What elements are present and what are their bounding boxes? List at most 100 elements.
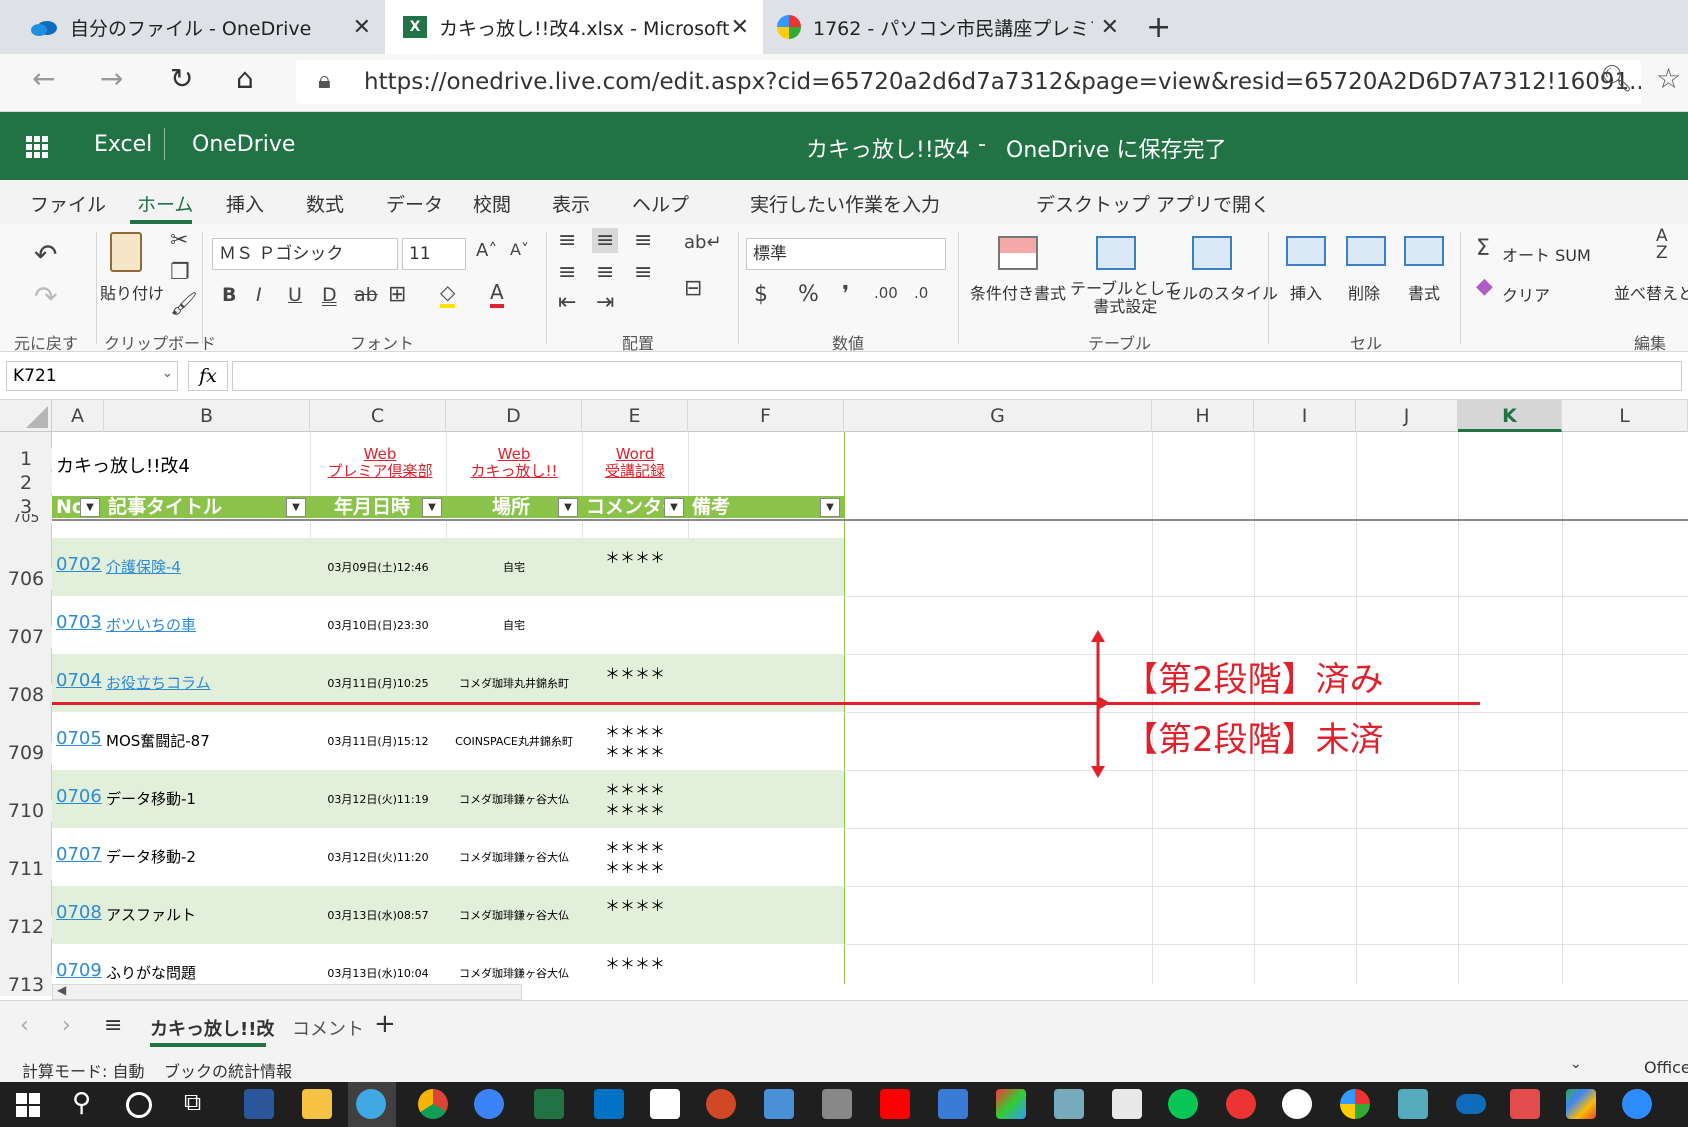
formula-input[interactable]	[232, 361, 1682, 391]
horizontal-scrollbar[interactable]: ◀	[52, 983, 522, 1000]
browser-tab-onedrive[interactable]: 自分のファイル - OneDrive ✕	[0, 0, 385, 54]
search-icon[interactable]: ⚲	[72, 1088, 91, 1118]
home-icon[interactable]: ⌂	[236, 62, 254, 95]
clear-button[interactable]: クリア	[1502, 282, 1550, 306]
double-underline-icon[interactable]: D	[322, 284, 337, 306]
shrink-font-icon[interactable]: A˅	[510, 240, 529, 259]
refresh-icon[interactable]: ↻	[170, 62, 193, 95]
tab-review[interactable]: 校閲	[473, 190, 511, 217]
people-icon[interactable]	[474, 1089, 504, 1119]
browser-tab-excel[interactable]: X カキっ放し!!改4.xlsx - Microsoft Exc ✕	[385, 0, 763, 54]
italic-icon[interactable]: I	[256, 284, 262, 306]
col-g-header[interactable]: G	[844, 400, 1152, 432]
file-explorer-icon[interactable]	[302, 1089, 332, 1119]
add-sheet-button[interactable]: +	[374, 1009, 396, 1039]
tell-me-search[interactable]: 実行したい作業を入力	[750, 190, 940, 217]
app-launcher-icon[interactable]	[26, 136, 48, 158]
url-field[interactable]: https://onedrive.live.com/edit.aspx?cid=…	[296, 60, 1641, 104]
col-i-header[interactable]: I	[1254, 400, 1356, 432]
filter-dropdown-icon[interactable]: ▼	[80, 498, 100, 517]
chevron-down-icon[interactable]: ⌄	[162, 366, 173, 381]
increase-decimal-icon[interactable]: .00	[874, 284, 898, 302]
insert-cells-button[interactable]: 挿入	[1290, 280, 1322, 304]
all-sheets-menu-icon[interactable]: ≡	[104, 1013, 122, 1038]
row-no[interactable]: 0702	[56, 554, 102, 575]
autosum-icon[interactable]: Σ	[1476, 236, 1490, 261]
service-name[interactable]: OneDrive	[192, 132, 295, 157]
app-icon[interactable]	[1398, 1089, 1428, 1119]
amazon-icon[interactable]	[650, 1089, 680, 1119]
pdf-icon[interactable]	[1510, 1089, 1540, 1119]
play-store-icon[interactable]	[1566, 1089, 1596, 1119]
filter-dropdown-icon[interactable]: ▼	[422, 498, 442, 517]
sheet-tab-active[interactable]: カキっ放し!!改	[150, 1015, 274, 1041]
redo-icon[interactable]: ↷	[34, 280, 57, 313]
decrease-indent-icon[interactable]: ⇤	[558, 290, 576, 315]
align-bottom-icon[interactable]: ≡	[634, 228, 652, 253]
increase-indent-icon[interactable]: ⇥	[596, 290, 614, 315]
app-icon[interactable]	[764, 1089, 794, 1119]
paste-icon[interactable]	[110, 232, 142, 272]
row-no[interactable]: 0707	[56, 844, 102, 865]
scroll-right-icon[interactable]: ›	[62, 1013, 71, 1038]
chevron-down-icon[interactable]: ⌄	[1570, 1056, 1582, 1072]
word-icon[interactable]	[244, 1089, 274, 1119]
clear-icon[interactable]: ◆	[1476, 274, 1493, 299]
row-no[interactable]: 0703	[56, 612, 102, 633]
app-name[interactable]: Excel	[94, 132, 152, 157]
font-name-dropdown[interactable]: ＭＳ Ｐゴシック	[212, 238, 398, 270]
tab-data[interactable]: データ	[386, 190, 443, 217]
open-desktop-app[interactable]: デスクトップ アプリで開く	[1036, 190, 1270, 217]
row-header[interactable]: 706	[0, 568, 52, 590]
select-all-corner[interactable]	[0, 400, 52, 432]
wrap-text-icon[interactable]: ab↵	[684, 232, 722, 253]
row-header[interactable]: 712	[0, 916, 52, 938]
app-icon[interactable]	[996, 1089, 1026, 1119]
tab-file[interactable]: ファイル	[30, 190, 106, 217]
font-size-dropdown[interactable]: 11	[402, 238, 466, 270]
app-icon[interactable]	[1112, 1089, 1142, 1119]
cut-icon[interactable]: ✂	[170, 228, 188, 253]
col-d-header[interactable]: D	[446, 400, 582, 432]
app-icon[interactable]	[1340, 1089, 1370, 1119]
paste-button[interactable]: 貼り付け	[100, 280, 164, 304]
filter-dropdown-icon[interactable]: ▼	[286, 498, 306, 517]
align-right-icon[interactable]: ≡	[634, 260, 652, 285]
col-b-header[interactable]: B	[104, 400, 310, 432]
favorite-star-icon[interactable]: ☆	[1656, 62, 1681, 95]
col-f-header[interactable]: F	[688, 400, 844, 432]
tab-help[interactable]: ヘルプ	[632, 190, 689, 217]
zoom-app-icon[interactable]	[1622, 1089, 1652, 1119]
filter-dropdown-icon[interactable]: ▼	[558, 498, 578, 517]
col-l-header[interactable]: L	[1562, 400, 1688, 432]
youtube-icon[interactable]	[880, 1089, 910, 1119]
filter-dropdown-icon[interactable]: ▼	[664, 498, 684, 517]
onedrive-taskbar-icon[interactable]	[1456, 1094, 1486, 1114]
font-color-icon[interactable]: A	[490, 280, 504, 308]
name-box[interactable]: K721	[6, 361, 178, 391]
app-icon[interactable]	[822, 1089, 852, 1119]
conditional-format-button[interactable]: 条件付き書式	[970, 280, 1066, 304]
row-header[interactable]: 713	[0, 974, 52, 996]
windows-start-icon[interactable]	[16, 1093, 40, 1117]
col-a-header[interactable]: A	[52, 400, 104, 432]
calc-mode[interactable]: 計算モード: 自動	[22, 1058, 144, 1082]
close-icon[interactable]: ✕	[353, 15, 371, 40]
cell-styles-icon[interactable]	[1192, 236, 1232, 270]
borders-icon[interactable]: ⊞	[388, 282, 406, 307]
app-icon[interactable]	[1226, 1089, 1256, 1119]
fill-color-icon[interactable]: ◇	[440, 280, 456, 308]
google-icon[interactable]	[1282, 1089, 1312, 1119]
currency-icon[interactable]: $	[754, 282, 768, 307]
row-no[interactable]: 0704	[56, 670, 102, 691]
col-j-header[interactable]: J	[1356, 400, 1458, 432]
row-header[interactable]: 707	[0, 626, 52, 648]
new-tab-button[interactable]: +	[1146, 10, 1171, 45]
zoom-icon[interactable]: 🔍︎	[1600, 64, 1633, 94]
align-center-icon[interactable]: ≡	[596, 260, 614, 285]
comma-icon[interactable]: ❜	[842, 282, 849, 307]
col-e-header[interactable]: E	[582, 400, 688, 432]
tab-insert[interactable]: 挿入	[226, 190, 264, 217]
col-k-header[interactable]: K	[1458, 400, 1562, 432]
format-as-table-icon[interactable]	[1096, 236, 1136, 270]
